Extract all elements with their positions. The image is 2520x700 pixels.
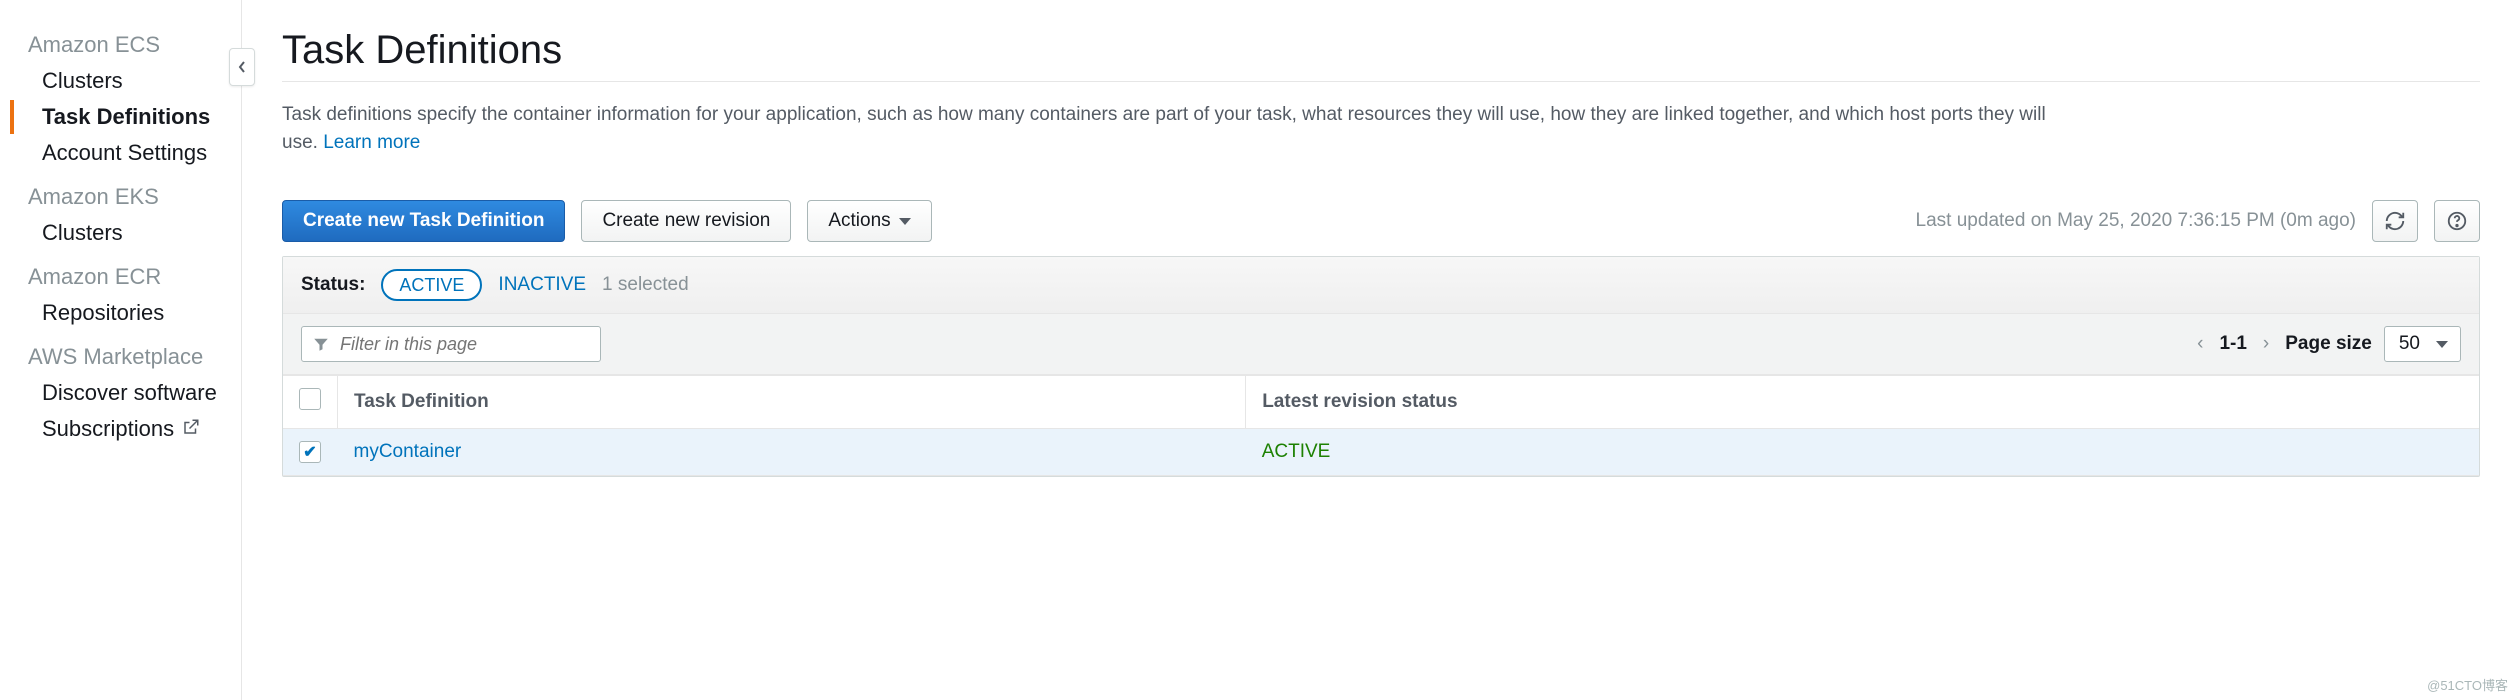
actions-dropdown[interactable]: Actions bbox=[807, 200, 931, 242]
caret-down-icon bbox=[2436, 341, 2448, 348]
page-range: 1-1 bbox=[2219, 333, 2246, 355]
page-divider bbox=[282, 81, 2480, 82]
sidebar-item-label: Subscriptions bbox=[42, 416, 174, 442]
sidebar-item-repositories[interactable]: Repositories bbox=[28, 296, 241, 330]
row-checkbox[interactable] bbox=[299, 441, 321, 463]
sidebar-item-task-definitions[interactable]: Task Definitions bbox=[10, 100, 241, 134]
pagination: ‹ 1-1 › Page size 50 bbox=[2193, 326, 2461, 362]
sidebar-collapse-handle[interactable] bbox=[229, 48, 255, 86]
filter-row: ‹ 1-1 › Page size 50 bbox=[283, 314, 2479, 375]
main-content: Task Definitions Task definitions specif… bbox=[242, 0, 2520, 700]
learn-more-link[interactable]: Learn more bbox=[323, 132, 420, 153]
page-description-text: Task definitions specify the container i… bbox=[282, 104, 2046, 153]
page-prev[interactable]: ‹ bbox=[2193, 333, 2207, 355]
refresh-icon bbox=[2384, 210, 2406, 232]
page-size-label: Page size bbox=[2285, 333, 2372, 355]
selected-count: 1 selected bbox=[602, 274, 689, 296]
help-button[interactable] bbox=[2434, 200, 2480, 242]
sidebar-item-account-settings[interactable]: Account Settings bbox=[28, 136, 241, 170]
status-inactive-link[interactable]: INACTIVE bbox=[498, 274, 586, 296]
sidebar-item-label: Task Definitions bbox=[42, 104, 210, 130]
actions-label: Actions bbox=[828, 210, 890, 232]
sidebar: Amazon ECS Clusters Task Definitions Acc… bbox=[0, 0, 242, 700]
sidebar-section-ecr: Amazon ECR bbox=[28, 264, 241, 290]
help-icon bbox=[2446, 210, 2468, 232]
last-updated-text: Last updated on May 25, 2020 7:36:15 PM … bbox=[1916, 210, 2356, 232]
status-active-pill[interactable]: ACTIVE bbox=[381, 269, 482, 301]
sidebar-section-marketplace: AWS Marketplace bbox=[28, 344, 241, 370]
select-all-checkbox[interactable] bbox=[299, 388, 321, 410]
watermark: @51CTO博客 bbox=[2427, 675, 2508, 694]
sidebar-item-label: Clusters bbox=[42, 68, 123, 94]
status-label: Status: bbox=[301, 274, 365, 296]
sidebar-item-label: Repositories bbox=[42, 300, 164, 326]
caret-down-icon bbox=[899, 218, 911, 225]
sidebar-section-ecs: Amazon ECS bbox=[28, 32, 241, 58]
page-next[interactable]: › bbox=[2259, 333, 2273, 355]
create-revision-button[interactable]: Create new revision bbox=[581, 200, 791, 242]
col-latest-revision-status[interactable]: Latest revision status bbox=[1246, 376, 2479, 429]
col-task-definition[interactable]: Task Definition bbox=[338, 376, 1246, 429]
filter-box[interactable] bbox=[301, 326, 601, 362]
page-size-select[interactable]: 50 bbox=[2384, 326, 2461, 362]
create-task-definition-button[interactable]: Create new Task Definition bbox=[282, 200, 565, 242]
status-badge: ACTIVE bbox=[1262, 441, 1331, 462]
external-link-icon bbox=[182, 416, 200, 442]
page-size-value: 50 bbox=[2399, 333, 2420, 355]
filter-input[interactable] bbox=[338, 333, 590, 356]
sidebar-item-label: Discover software bbox=[42, 380, 217, 406]
status-filter-row: Status: ACTIVE INACTIVE 1 selected bbox=[283, 257, 2479, 314]
toolbar: Create new Task Definition Create new re… bbox=[282, 200, 2480, 242]
refresh-button[interactable] bbox=[2372, 200, 2418, 242]
filter-icon bbox=[312, 335, 330, 353]
task-definitions-table: Task Definition Latest revision status m… bbox=[283, 375, 2479, 476]
sidebar-item-ecs-clusters[interactable]: Clusters bbox=[28, 64, 241, 98]
sidebar-item-label: Clusters bbox=[42, 220, 123, 246]
sidebar-item-discover-software[interactable]: Discover software bbox=[28, 376, 241, 410]
list-panel: Status: ACTIVE INACTIVE 1 selected ‹ 1-1… bbox=[282, 256, 2480, 477]
sidebar-item-subscriptions[interactable]: Subscriptions bbox=[28, 412, 241, 446]
sidebar-item-eks-clusters[interactable]: Clusters bbox=[28, 216, 241, 250]
col-checkbox bbox=[283, 376, 338, 429]
sidebar-section-eks: Amazon EKS bbox=[28, 184, 241, 210]
table-row[interactable]: myContainer ACTIVE bbox=[283, 429, 2479, 476]
sidebar-item-label: Account Settings bbox=[42, 140, 207, 166]
page-title: Task Definitions bbox=[282, 28, 2480, 73]
page-description: Task definitions specify the container i… bbox=[282, 101, 2082, 156]
task-definition-name-link[interactable]: myContainer bbox=[354, 441, 462, 462]
